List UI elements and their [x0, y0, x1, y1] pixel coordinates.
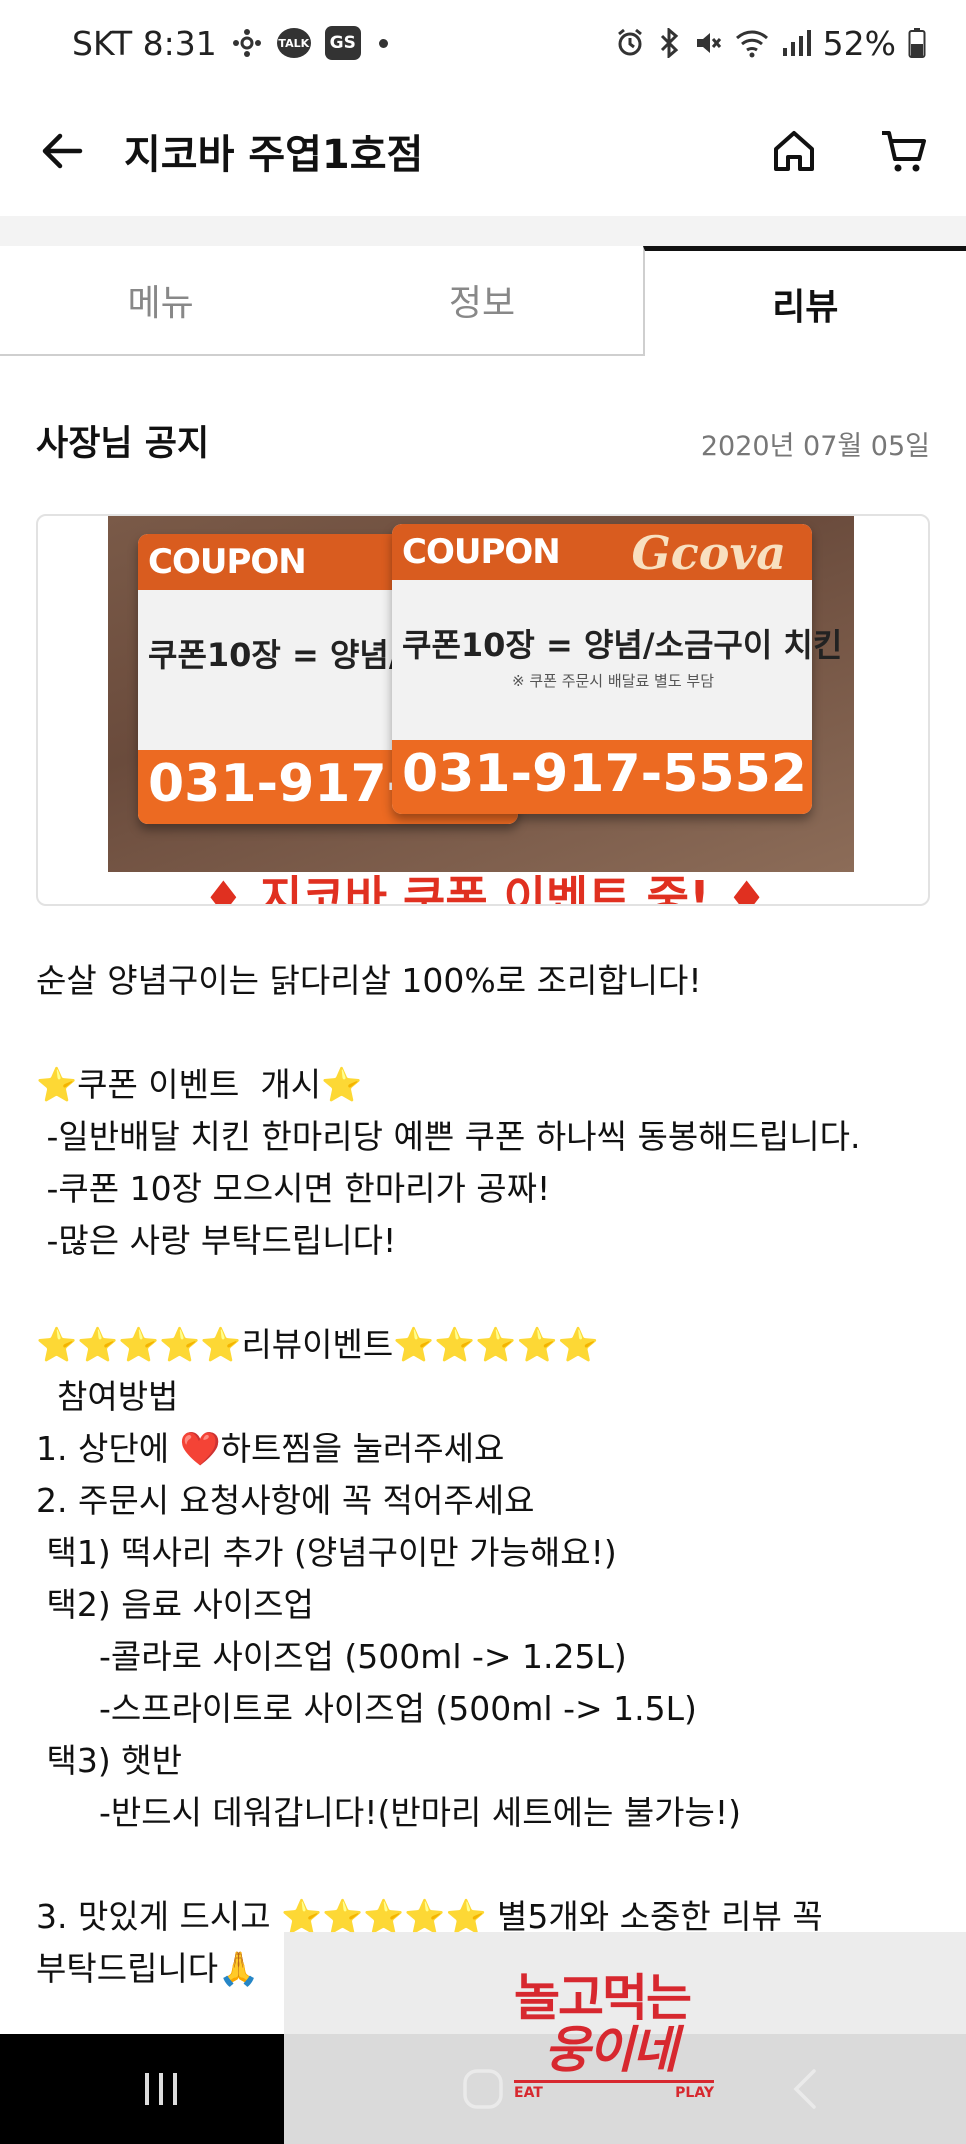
mute-icon: [693, 28, 723, 58]
status-left: SKT 8:31 TALK GS: [72, 24, 388, 63]
bluetooth-icon: [657, 28, 681, 58]
notice-line: [36, 1267, 936, 1319]
coupon-word: COUPON: [402, 532, 561, 572]
watermark-sub: EAT PLAY: [514, 2080, 714, 2101]
coupon-photo: COUPON 쿠폰10장 = 양념/소금구이 치킨 031-917-5552 C…: [108, 516, 854, 872]
network-icon: [231, 27, 263, 59]
app-header: 지코바 주엽1호점: [0, 86, 966, 216]
notice-line: 1. 상단에 ❤️하트찜을 눌러주세요: [36, 1429, 505, 1468]
wifi-icon: [735, 28, 769, 58]
carrier-time: SKT 8:31: [72, 23, 217, 63]
notice-image[interactable]: COUPON 쿠폰10장 = 양념/소금구이 치킨 031-917-5552 C…: [36, 514, 930, 906]
coupon-phone: 031-917-5552: [402, 744, 807, 804]
notice-line: -일반배달 치킨 한마리당 예쁜 쿠폰 하나씩 동봉해드립니다.: [36, 1117, 861, 1156]
notice-line: 참여방법: [36, 1377, 179, 1416]
kakaotalk-icon: TALK: [276, 28, 311, 58]
notice-body: 순살 양념구이는 닭다리살 100%로 조리합니다! ⭐쿠폰 이벤트 개시⭐ -…: [36, 955, 936, 1995]
notice-line: -반드시 데워갑니다!(반마리 세트에는 불가능!): [36, 1793, 742, 1832]
coupon-word: COUPON: [148, 542, 307, 582]
back-arrow-icon[interactable]: [34, 123, 90, 179]
home-icon[interactable]: [766, 123, 822, 179]
notice-line: [36, 1007, 936, 1059]
cart-icon[interactable]: [876, 123, 932, 179]
alarm-icon: [615, 28, 645, 58]
coupon-card-note: ※ 쿠폰 주문시 배달료 별도 부담: [512, 672, 715, 690]
gs-icon: GS: [324, 26, 361, 60]
signal-icon: [781, 28, 811, 58]
notice-line: 택2) 음료 사이즈업: [36, 1585, 314, 1624]
page-title: 지코바 주엽1호점: [124, 132, 424, 178]
notice-line: 순살 양념구이는 닭다리살 100%로 조리합니다!: [36, 961, 702, 1000]
tab-bar: 메뉴 정보 리뷰: [0, 246, 966, 356]
notice-line: -콜라로 사이즈업 (500ml -> 1.25L): [36, 1637, 627, 1676]
tab-menu[interactable]: 메뉴: [0, 246, 322, 356]
coupon-caption: ♦ 지코바 쿠폰 이벤트 중! ♦: [202, 871, 768, 906]
notice-line: -스프라이트로 사이즈업 (500ml -> 1.5L): [36, 1689, 697, 1728]
notice-line: ⭐⭐⭐⭐⭐리뷰이벤트⭐⭐⭐⭐⭐: [36, 1325, 599, 1364]
tab-review[interactable]: 리뷰: [642, 246, 966, 356]
status-right: 52%: [615, 24, 926, 63]
watermark-line1: 놀고먹는: [514, 1969, 692, 2027]
watermark-logo: 놀고먹는 웅이네 EAT PLAY: [514, 1972, 764, 2101]
battery-percent: 52%: [822, 23, 896, 63]
notice-date: 2020년 07월 05일: [700, 431, 930, 462]
coupon-card-text: 쿠폰10장 = 양념/소금구이 치킨: [402, 626, 843, 664]
coupon-brand: Gcova: [631, 526, 786, 580]
watermark: 놀고먹는 웅이네 EAT PLAY: [284, 1932, 966, 2144]
status-bar: SKT 8:31 TALK GS 52%: [0, 0, 966, 86]
tab-info[interactable]: 정보: [321, 246, 643, 356]
header-divider: [0, 216, 966, 246]
notification-dot: [378, 38, 388, 48]
notice-line: -많은 사랑 부탁드립니다!: [36, 1221, 397, 1260]
header-actions: [766, 123, 932, 179]
notice-line: [36, 1839, 936, 1891]
notice-title: 사장님 공지: [36, 424, 210, 464]
notice-line: 택3) 햇반: [36, 1741, 182, 1780]
recent-apps-icon[interactable]: [116, 2054, 206, 2124]
notice-line: 택1) 떡사리 추가 (양념구이만 가능해요!): [36, 1533, 617, 1572]
watermark-line2: 웅이네: [544, 2021, 678, 2079]
coupon-card-front: COUPON Gcova 쿠폰10장 = 양념/소금구이 치킨 ※ 쿠폰 주문시…: [392, 524, 842, 814]
notice-line: -쿠폰 10장 모으시면 한마리가 공짜!: [36, 1169, 551, 1208]
notice-line: 2. 주문시 요청사항에 꼭 적어주세요: [36, 1481, 535, 1520]
notice-header: 사장님 공지 2020년 07월 05일: [36, 415, 930, 466]
notice-line: ⭐쿠폰 이벤트 개시⭐: [36, 1065, 363, 1104]
battery-icon: [908, 27, 926, 59]
